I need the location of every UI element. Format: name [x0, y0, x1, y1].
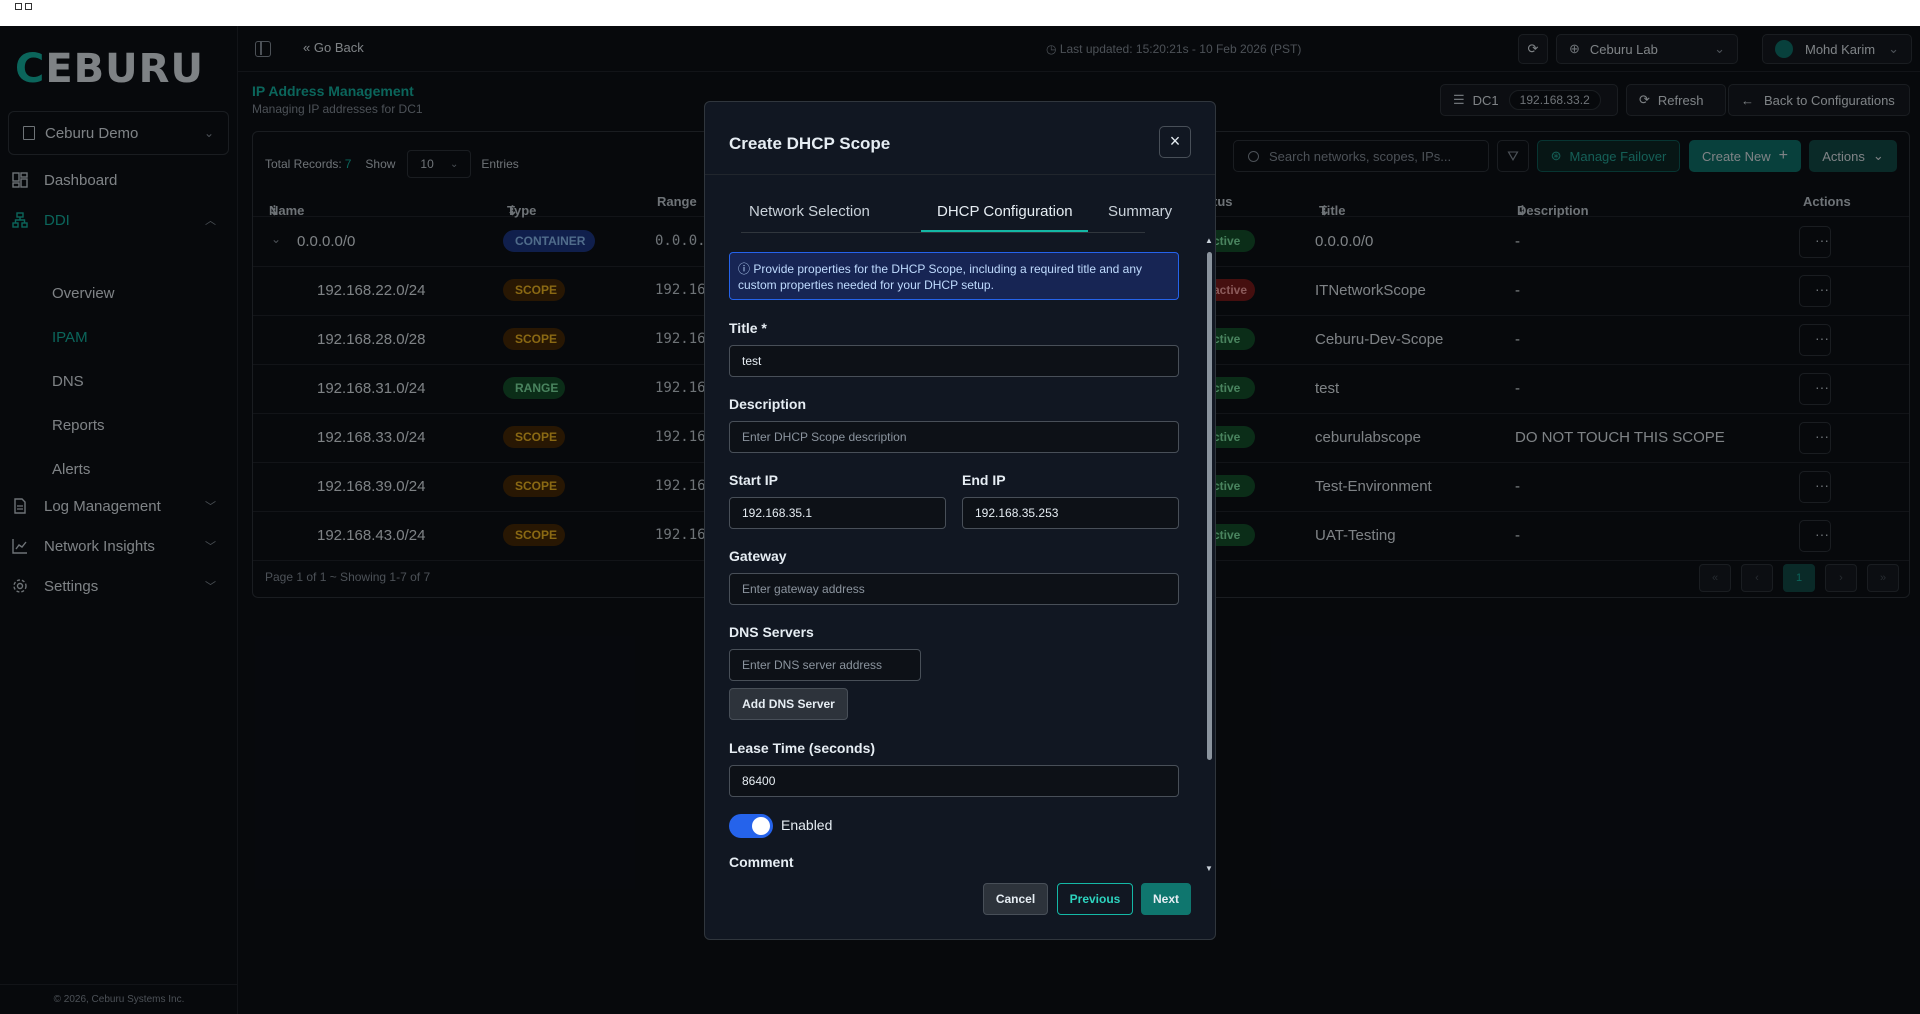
active-tab-indicator — [921, 230, 1088, 232]
start-ip-label: Start IP — [729, 472, 779, 488]
previous-button[interactable]: Previous — [1057, 883, 1133, 915]
title-input[interactable]: test — [729, 345, 1179, 377]
info-icon: ⓘ — [738, 262, 751, 276]
enabled-label: Enabled — [781, 817, 833, 833]
description-input[interactable]: Enter DHCP Scope description — [729, 421, 1179, 453]
scroll-up-icon[interactable]: ▲ — [1205, 236, 1213, 245]
info-text: Provide properties for the DHCP Scope, i… — [738, 262, 1143, 292]
lease-time-input[interactable]: 86400 — [729, 765, 1179, 797]
add-dns-server-button[interactable]: Add DNS Server — [729, 688, 848, 720]
scrollbar-thumb[interactable] — [1207, 252, 1212, 760]
title-label: Title * — [729, 320, 767, 336]
wizard-tabs: Network Selection DHCP Configuration Sum… — [741, 195, 1172, 233]
scroll-down-icon[interactable]: ▼ — [1205, 864, 1213, 873]
dns-server-input[interactable]: Enter DNS server address — [729, 649, 921, 681]
lease-time-label: Lease Time (seconds) — [729, 740, 876, 756]
modal-form: ⓘ Provide properties for the DHCP Scope,… — [729, 252, 1179, 868]
start-ip-input[interactable]: 192.168.35.1 — [729, 497, 946, 529]
cancel-button[interactable]: Cancel — [983, 883, 1048, 915]
enabled-toggle[interactable] — [729, 814, 773, 838]
modal-scrollbar[interactable]: ▲ ▼ — [1205, 236, 1213, 873]
tab-network-selection[interactable]: Network Selection — [749, 203, 870, 220]
divider — [705, 174, 1215, 175]
gateway-input[interactable]: Enter gateway address — [729, 573, 1179, 605]
create-dhcp-scope-modal: Create DHCP Scope × Network Selection DH… — [704, 101, 1216, 940]
tab-dhcp-configuration[interactable]: DHCP Configuration — [937, 203, 1073, 220]
close-icon: × — [1169, 131, 1181, 151]
dns-servers-label: DNS Servers — [729, 624, 814, 640]
description-label: Description — [729, 396, 807, 412]
gateway-label: Gateway — [729, 548, 787, 564]
modal-title: Create DHCP Scope — [729, 134, 891, 153]
next-button[interactable]: Next — [1141, 883, 1191, 915]
comment-label: Comment — [729, 854, 794, 868]
window-grid-icon[interactable] — [15, 3, 35, 13]
os-top-strip — [0, 0, 1920, 26]
close-button[interactable]: × — [1159, 126, 1191, 158]
tab-summary[interactable]: Summary — [1108, 203, 1172, 220]
info-alert: ⓘ Provide properties for the DHCP Scope,… — [729, 252, 1179, 300]
end-ip-label: End IP — [962, 472, 1006, 488]
end-ip-input[interactable]: 192.168.35.253 — [962, 497, 1179, 529]
